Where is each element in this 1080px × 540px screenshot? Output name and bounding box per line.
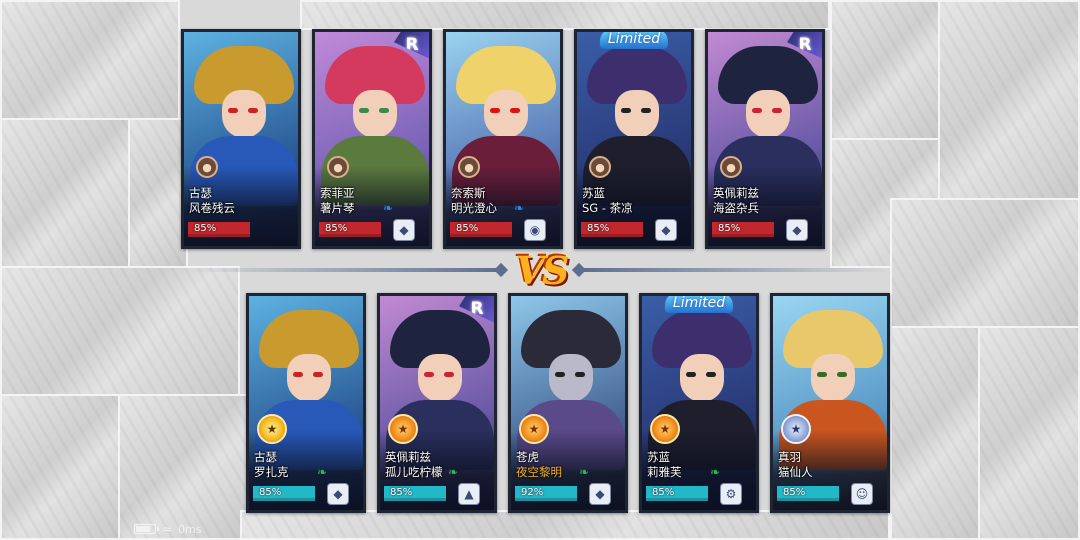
hero-card[interactable]: ★ 古瑟 罗扎克 ❧ 85% ◆ <box>246 293 366 513</box>
ping-label: 0ms <box>178 522 202 536</box>
status-bar: ≈ 0ms <box>134 522 202 536</box>
hero-name: 古瑟 <box>254 450 277 464</box>
lock-icon: ● <box>589 156 611 178</box>
hero-skin-name: 莉雅芙 <box>647 465 682 479</box>
hero-skin-name: 猫仙人 <box>778 465 813 479</box>
affinity-percent: 85% <box>194 223 217 234</box>
rank-medal-icon: ★ <box>781 414 811 444</box>
hero-card[interactable]: R ● 英佩莉兹 海盗杂兵 85% ◆ <box>705 29 825 249</box>
hero-card[interactable]: ● 古瑟 风卷残云 85% <box>181 29 301 249</box>
affinity-bar: 85% <box>188 222 250 237</box>
hero-skin-name: SG - 茶凉 <box>582 201 633 215</box>
limited-badge: Limited <box>664 296 734 313</box>
wing-icon: ❧ <box>513 201 525 215</box>
lock-icon: ● <box>196 156 218 178</box>
affinity-percent: 92% <box>521 487 544 498</box>
hero-card[interactable]: ★ 真羽 猫仙人 85% ☺ <box>770 293 890 513</box>
affinity-percent: 85% <box>456 223 479 234</box>
affinity-percent: 85% <box>718 223 741 234</box>
bird-pet-icon: ◆ <box>327 483 349 505</box>
hero-skin-name: 明光澄心 <box>451 201 497 215</box>
bird-pet-icon: ◆ <box>655 219 677 241</box>
dragon-pet-icon: ▲ <box>458 483 480 505</box>
affinity-bar: 85% <box>581 222 643 237</box>
wifi-icon: ≈ <box>162 522 173 536</box>
gear-pet-icon: ⚙ <box>720 483 742 505</box>
wing-icon: ❧ <box>578 465 590 479</box>
affinity-bar: 85% <box>253 486 315 501</box>
affinity-bar: 85% <box>712 222 774 237</box>
affinity-percent: 85% <box>325 223 348 234</box>
limited-badge: Limited <box>599 32 669 49</box>
affinity-percent: 85% <box>783 487 806 498</box>
affinity-percent: 85% <box>652 487 675 498</box>
rank-medal-icon: ★ <box>388 414 418 444</box>
battery-icon <box>134 524 159 534</box>
wing-icon: ❧ <box>316 465 328 479</box>
wing-icon: ❧ <box>447 465 459 479</box>
hero-skin-name: 海盗杂兵 <box>713 201 759 215</box>
affinity-percent: 85% <box>259 487 282 498</box>
hero-card[interactable]: Limited ● 苏蓝 SG - 茶凉 85% ◆ <box>574 29 694 249</box>
hero-skin-name: 罗扎克 <box>254 465 289 479</box>
hero-name: 英佩莉兹 <box>713 186 759 200</box>
divider-left <box>190 268 502 272</box>
rank-medal-icon: ★ <box>650 414 680 444</box>
affinity-bar: 85% <box>777 486 839 501</box>
hero-name: 真羽 <box>778 450 801 464</box>
hero-name: 索菲亚 <box>320 186 355 200</box>
hero-card[interactable]: R ● 索菲亚 薯片琴 ❧ 85% ◆ <box>312 29 432 249</box>
hero-skin-name: 夜空黎明 <box>516 465 562 479</box>
affinity-bar: 92% <box>515 486 577 501</box>
bird-pet-icon: ◆ <box>393 219 415 241</box>
hero-name: 英佩莉兹 <box>385 450 431 464</box>
rank-medal-icon: ★ <box>257 414 287 444</box>
divider-right <box>578 268 890 272</box>
lock-icon: ● <box>458 156 480 178</box>
affinity-percent: 85% <box>390 487 413 498</box>
bottom-team-row: ★ 古瑟 罗扎克 ❧ 85% ◆ R ★ 英佩莉兹 孤儿吃柠檬 ❧ 85% ▲ … <box>0 293 1080 513</box>
rank-medal-icon: ★ <box>519 414 549 444</box>
affinity-percent: 85% <box>587 223 610 234</box>
robot-pet-icon: ◉ <box>524 219 546 241</box>
lock-icon: ● <box>327 156 349 178</box>
face-pet-icon: ☺ <box>851 483 873 505</box>
affinity-bar: 85% <box>646 486 708 501</box>
affinity-bar: 85% <box>384 486 446 501</box>
hero-skin-name: 风卷残云 <box>189 201 235 215</box>
hero-name: 苏蓝 <box>582 186 605 200</box>
hero-card[interactable]: ★ 苍虎 夜空黎明 ❧ 92% ◆ <box>508 293 628 513</box>
hero-skin-name: 薯片琴 <box>320 201 355 215</box>
bird-pet-icon: ◆ <box>786 219 808 241</box>
hero-card[interactable]: Limited ★ 苏蓝 莉雅芙 ❧ 85% ⚙ <box>639 293 759 513</box>
bird-pet-icon: ◆ <box>589 483 611 505</box>
hero-name: 苏蓝 <box>647 450 670 464</box>
hero-card[interactable]: R ★ 英佩莉兹 孤儿吃柠檬 ❧ 85% ▲ <box>377 293 497 513</box>
hero-name: 苍虎 <box>516 450 539 464</box>
lock-icon: ● <box>720 156 742 178</box>
hero-name: 古瑟 <box>189 186 212 200</box>
affinity-bar: 85% <box>319 222 381 237</box>
hero-name: 奈索斯 <box>451 186 486 200</box>
wing-icon: ❧ <box>382 201 394 215</box>
vs-emblem: VS <box>515 247 570 293</box>
hero-card[interactable]: ● 奈索斯 明光澄心 ❧ 85% ◉ <box>443 29 563 249</box>
wing-icon: ❧ <box>709 465 721 479</box>
affinity-bar: 85% <box>450 222 512 237</box>
top-team-row: ● 古瑟 风卷残云 85% R ● 索菲亚 薯片琴 ❧ 85% ◆ ● 奈索斯 … <box>0 29 1080 249</box>
hero-skin-name: 孤儿吃柠檬 <box>385 465 443 479</box>
